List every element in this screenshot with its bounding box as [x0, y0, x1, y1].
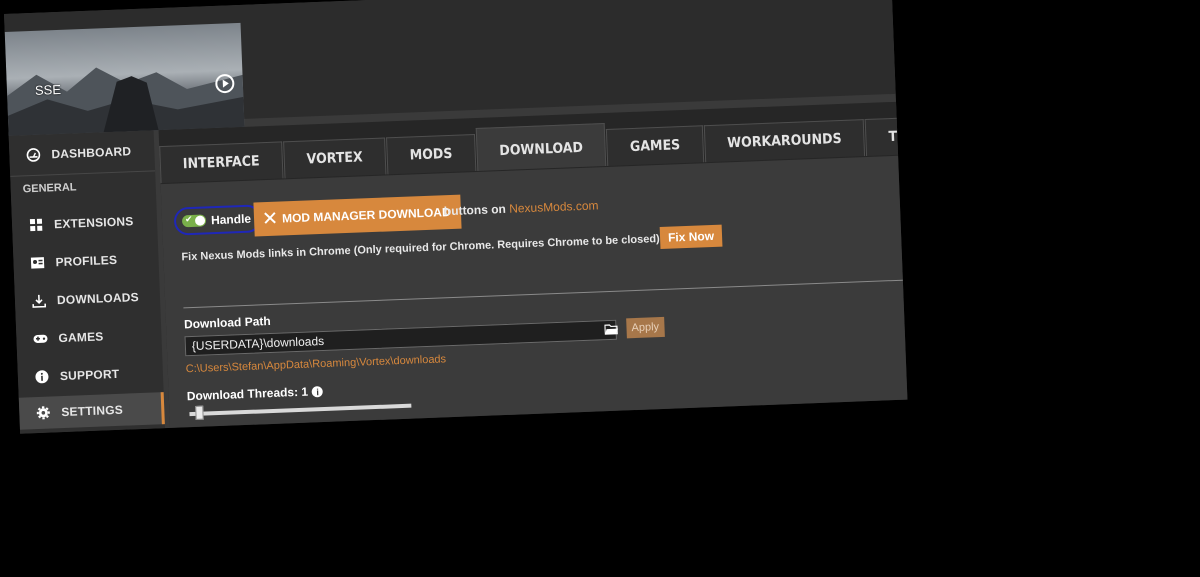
sidebar-item-label: GAMES — [58, 329, 104, 346]
check-icon: ✔ — [184, 213, 193, 225]
sidebar-item-label: DASHBOARD — [51, 144, 132, 162]
resolved-download-path: C:\Users\Stefan\AppData\Roaming\Vortex\d… — [185, 353, 447, 376]
sidebar-item-dashboard[interactable]: DASHBOARD — [9, 134, 155, 172]
mod-manager-download-label: MOD MANAGER DOWNLOAD — [281, 205, 451, 226]
folder-open-icon[interactable] — [604, 323, 619, 336]
download-icon — [31, 293, 48, 310]
tab-mods[interactable]: MODS — [385, 134, 477, 175]
vortex-window: SSE DASHBOARD GENERAL EXTENSIONS PROFILE… — [4, 0, 908, 434]
sidebar-item-support[interactable]: SUPPORT — [17, 356, 163, 394]
sidebar-divider — [10, 170, 156, 177]
sidebar-item-settings[interactable]: SETTINGS — [18, 392, 165, 430]
dashboard-icon — [25, 147, 42, 164]
tab-games[interactable]: GAMES — [606, 125, 704, 166]
download-threads-slider-thumb[interactable] — [195, 405, 204, 420]
download-settings-panel: ✔ Handle MOD MANAGER DOWNLOAD buttons on… — [160, 155, 908, 428]
apply-button[interactable]: Apply — [626, 316, 665, 339]
tab-interface[interactable]: INTERFACE — [159, 141, 284, 184]
download-path-label: Download Path — [183, 313, 271, 332]
fix-now-button[interactable]: Fix Now — [659, 224, 723, 249]
fix-chrome-label: Fix Nexus Mods links in Chrome (Only req… — [181, 232, 660, 264]
tab-vortex[interactable]: VORTEX — [282, 137, 387, 179]
sidebar: DASHBOARD GENERAL EXTENSIONS PROFILES DO… — [8, 130, 166, 434]
game-name: SSE — [34, 81, 62, 98]
section-divider — [183, 279, 903, 309]
sidebar-item-label: SETTINGS — [61, 402, 124, 420]
handle-toggle-label: Handle — [210, 211, 252, 228]
info-icon[interactable]: i — [311, 386, 324, 398]
buttons-on-text: buttons on NexusMods.com — [444, 198, 599, 218]
profile-card-icon — [29, 255, 46, 272]
extensions-grid-icon — [28, 217, 45, 234]
fix-chrome-text: Fix Nexus Mods links in Chrome (Only req… — [181, 232, 675, 263]
toggle-knob — [194, 215, 206, 226]
sidebar-item-label: PROFILES — [55, 252, 118, 270]
info-circle-icon — [34, 369, 51, 386]
sidebar-item-label: EXTENSIONS — [53, 214, 134, 232]
mod-manager-download-button: MOD MANAGER DOWNLOAD — [253, 194, 462, 237]
crossed-tools-icon — [264, 211, 277, 226]
sidebar-section-general: GENERAL — [22, 181, 77, 196]
buttons-on-label: buttons on — [443, 201, 510, 219]
nexusmods-link[interactable]: NexusMods.com — [509, 198, 599, 215]
download-threads-slider-track[interactable] — [189, 403, 412, 417]
tab-theme[interactable]: THEME — [864, 115, 908, 157]
gamepad-icon — [32, 331, 49, 348]
sidebar-item-downloads[interactable]: DOWNLOADS — [14, 280, 160, 318]
sidebar-item-profiles[interactable]: PROFILES — [13, 242, 159, 280]
sidebar-item-extensions[interactable]: EXTENSIONS — [12, 204, 158, 242]
sidebar-item-label: DOWNLOADS — [56, 290, 140, 308]
handle-toggle[interactable]: ✔ Handle — [173, 204, 262, 236]
sidebar-item-label: SUPPORT — [59, 366, 120, 384]
tab-download[interactable]: DOWNLOAD — [475, 123, 607, 171]
tab-workarounds[interactable]: WORKAROUNDS — [703, 119, 866, 163]
toggle-switch[interactable]: ✔ — [181, 213, 207, 228]
play-circle-icon[interactable] — [214, 73, 235, 94]
game-tile[interactable]: SSE — [4, 22, 245, 136]
sidebar-item-games[interactable]: GAMES — [16, 318, 162, 356]
gear-icon — [35, 404, 52, 421]
download-threads-label: Download Threads: 1i — [187, 384, 324, 403]
download-threads-text: Download Threads: 1 — [186, 384, 309, 404]
settings-main: INTERFACE VORTEX MODS DOWNLOAD GAMES WOR… — [158, 101, 908, 428]
